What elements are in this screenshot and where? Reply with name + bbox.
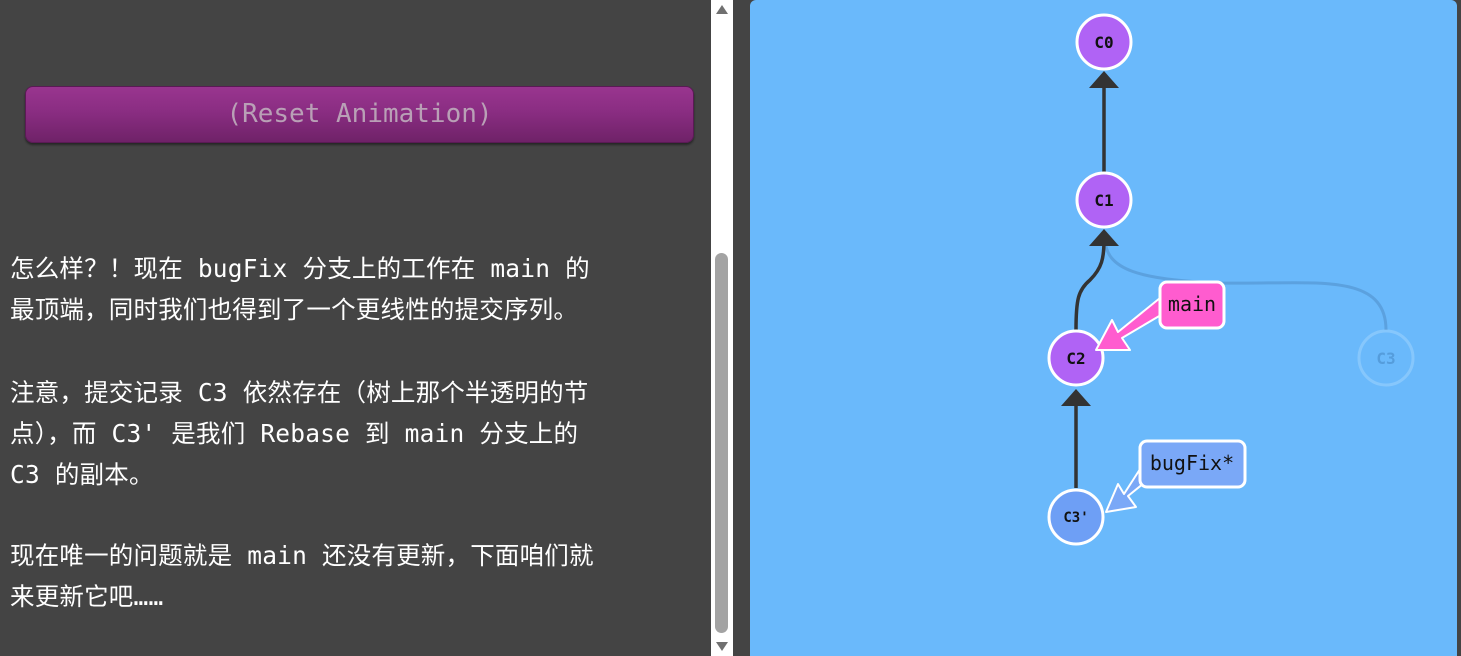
commit-node-c2[interactable]: C2 [1047,329,1105,387]
commit-node-c1[interactable]: C1 [1075,171,1133,229]
paragraph-line: 来更新它吧…… [10,582,164,611]
edge-c2-c1 [1074,239,1106,331]
scroll-up-arrow-icon[interactable] [716,5,728,14]
arrowhead-c1-icon [1089,229,1119,246]
git-graph-canvas: C0 C1 C2 C3 C3' main bugFix* [750,0,1457,656]
instruction-paragraph-2: 注意，提交记录 C3 依然存在（树上那个半透明的节 点），而 C3' 是我们 R… [10,372,705,495]
commit-label-c3prime: C3' [1063,510,1088,526]
paragraph-line: 怎么样？！现在 bugFix 分支上的工作在 main 的 [10,254,590,283]
vertical-scrollbar[interactable] [711,0,733,656]
window-right-edge [1457,0,1461,656]
instruction-paragraph-3: 现在唯一的问题就是 main 还没有更新，下面咱们就 来更新它吧…… [10,535,705,617]
scroll-thumb[interactable] [715,253,728,633]
commit-label-c1: C1 [1094,191,1113,210]
paragraph-line: 注意，提交记录 C3 依然存在（树上那个半透明的节 [10,378,589,407]
git-graph-svg: C0 C1 C2 C3 C3' main bugFix* [1047,13,1415,546]
paragraph-line: 最顶端，同时我们也得到了一个更线性的提交序列。 [10,295,579,324]
commit-node-c3prime[interactable]: C3' [1047,488,1105,546]
branch-bugfix[interactable]: bugFix* [1105,439,1247,513]
paragraph-line: C3 的副本。 [10,460,154,489]
paragraph-line: 点），而 C3' 是我们 Rebase 到 main 分支上的 [10,419,579,448]
arrowhead-c2-icon [1061,389,1091,406]
reset-animation-button[interactable]: (Reset Animation) [25,86,694,143]
paragraph-line: 现在唯一的问题就是 main 还没有更新，下面咱们就 [10,541,594,570]
commit-label-c3: C3 [1376,349,1395,368]
branch-main-arrow-icon [1095,297,1167,351]
branch-main[interactable]: main [1095,280,1226,351]
arrowhead-c0-icon [1089,71,1119,88]
commit-node-c0[interactable]: C0 [1075,13,1133,71]
commit-label-c2: C2 [1066,349,1085,368]
instructions-panel: (Reset Animation) 怎么样？！现在 bugFix 分支上的工作在… [0,0,711,656]
instruction-paragraph-1: 怎么样？！现在 bugFix 分支上的工作在 main 的 最顶端，同时我们也得… [10,248,705,330]
commit-node-c3-ghost[interactable]: C3 [1357,329,1415,387]
branch-main-label: main [1168,292,1216,316]
panel-gutter [733,0,750,656]
commit-label-c0: C0 [1094,33,1113,52]
branch-bugfix-label: bugFix* [1150,451,1234,475]
scroll-down-arrow-icon[interactable] [716,642,728,651]
